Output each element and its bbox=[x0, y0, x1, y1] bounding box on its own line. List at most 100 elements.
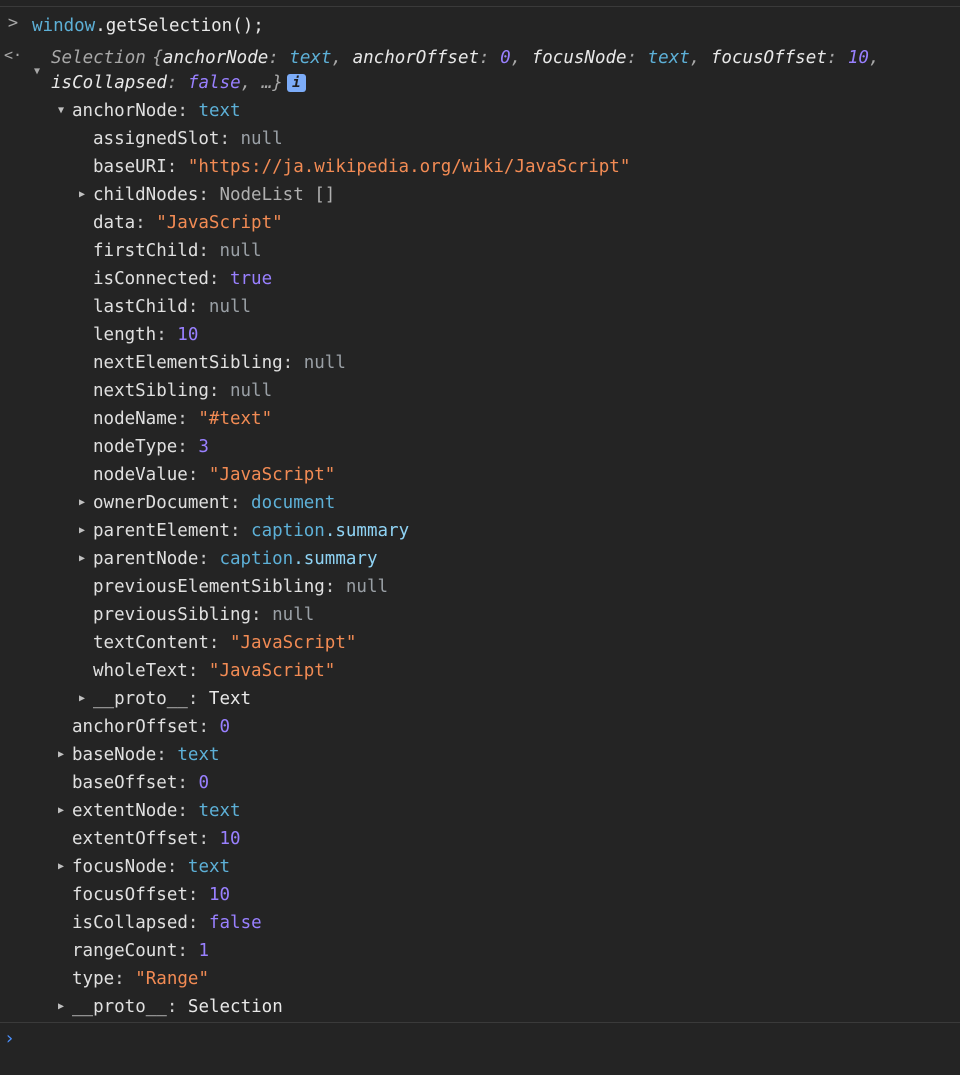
property-row-ownerdocument[interactable]: ownerDocument: document bbox=[93, 489, 335, 517]
summary-key: isCollapsed bbox=[51, 73, 167, 93]
property-row-data: data: "JavaScript" bbox=[93, 213, 283, 233]
summary-triangle-down-icon[interactable]: ▼ bbox=[34, 66, 40, 77]
triangle-right-icon[interactable]: ▶ bbox=[76, 489, 88, 517]
property-key: anchorNode bbox=[72, 101, 178, 121]
selection-summary[interactable]: Selection {anchorNode: text, anchorOffse… bbox=[51, 46, 931, 96]
triangle-down-icon[interactable]: ▼ bbox=[55, 97, 67, 125]
property-value: 10 bbox=[219, 829, 241, 849]
property-value: null bbox=[229, 381, 273, 401]
top-divider bbox=[0, 6, 960, 7]
triangle-right-icon[interactable]: ▶ bbox=[55, 741, 67, 769]
property-value: Text bbox=[208, 689, 252, 709]
property-key: baseOffset bbox=[72, 773, 178, 793]
property-key: nodeType bbox=[93, 437, 178, 457]
console-prompt-chevron-icon[interactable]: › bbox=[4, 1028, 15, 1049]
property-row-parentelement[interactable]: parentElement: caption.summary bbox=[93, 517, 409, 545]
summary-key: focusNode bbox=[531, 48, 627, 68]
property-value: 0 bbox=[219, 717, 231, 737]
property-row-extentnode[interactable]: extentNode: text bbox=[72, 797, 241, 825]
property-value: NodeList [] bbox=[219, 185, 336, 205]
property-value: "JavaScript" bbox=[156, 213, 283, 233]
property-value: 1 bbox=[198, 941, 209, 961]
property-key: rangeCount bbox=[72, 941, 178, 961]
property-key: previousSibling bbox=[93, 605, 252, 625]
property-value: Selection bbox=[187, 997, 283, 1017]
property-row-basenode[interactable]: baseNode: text bbox=[72, 741, 220, 769]
property-row-anchoroffset: anchorOffset: 0 bbox=[72, 717, 231, 737]
property-row-proto[interactable]: __proto__: Selection bbox=[72, 993, 283, 1021]
property-value: caption bbox=[251, 521, 325, 541]
summary-class-name: Selection bbox=[51, 48, 146, 68]
property-value: "JavaScript" bbox=[208, 465, 336, 485]
summary-value: false bbox=[187, 73, 241, 93]
property-key: nodeValue bbox=[93, 465, 188, 485]
summary-value: text bbox=[289, 48, 332, 68]
bottom-divider bbox=[0, 1022, 960, 1023]
property-key: wholeText bbox=[93, 661, 188, 681]
property-key: parentNode bbox=[93, 549, 199, 569]
devtools-console: > window.getSelection(); <· ▼ Selection … bbox=[0, 0, 960, 1075]
property-value-class: .summary bbox=[324, 521, 410, 541]
property-key: baseNode bbox=[72, 745, 157, 765]
info-icon[interactable]: i bbox=[286, 74, 306, 92]
triangle-right-icon[interactable]: ▶ bbox=[55, 853, 67, 881]
property-key: lastChild bbox=[93, 297, 188, 317]
summary-ellipsis: …} bbox=[261, 73, 283, 93]
property-value: false bbox=[208, 913, 262, 933]
property-value: caption bbox=[219, 549, 294, 569]
property-row-nodename: nodeName: "#text" bbox=[93, 409, 273, 429]
property-key: anchorOffset bbox=[72, 717, 199, 737]
property-row-proto[interactable]: __proto__: Text bbox=[93, 685, 251, 713]
triangle-right-icon[interactable]: ▶ bbox=[76, 517, 88, 545]
triangle-right-icon[interactable]: ▶ bbox=[76, 181, 88, 209]
property-row-baseuri: baseURI: "https://ja.wikipedia.org/wiki/… bbox=[93, 157, 631, 177]
property-value: text bbox=[198, 101, 241, 121]
property-value: 3 bbox=[198, 437, 209, 457]
property-key: type bbox=[72, 969, 115, 989]
property-key: parentElement bbox=[93, 521, 230, 541]
property-key: __proto__ bbox=[72, 997, 167, 1017]
summary-open-brace: { bbox=[152, 48, 163, 68]
property-row-rangecount: rangeCount: 1 bbox=[72, 941, 209, 961]
command-object: window bbox=[32, 16, 96, 36]
triangle-right-icon[interactable]: ▶ bbox=[55, 993, 67, 1021]
property-value: "JavaScript" bbox=[229, 633, 357, 653]
property-row-previouselementsibling: previousElementSibling: null bbox=[93, 577, 389, 597]
property-row-isconnected: isConnected: true bbox=[93, 269, 273, 289]
property-row-firstchild: firstChild: null bbox=[93, 241, 262, 261]
property-key: focusNode bbox=[72, 857, 167, 877]
property-value: 0 bbox=[198, 773, 209, 793]
property-row-assignedslot: assignedSlot: null bbox=[93, 129, 283, 149]
property-row-focusnode[interactable]: focusNode: text bbox=[72, 853, 230, 881]
property-row-parentnode[interactable]: parentNode: caption.summary bbox=[93, 545, 378, 573]
property-row-anchornode[interactable]: anchorNode: text bbox=[72, 97, 241, 125]
property-value: null bbox=[303, 353, 346, 373]
property-key: firstChild bbox=[93, 241, 199, 261]
property-key: assignedSlot bbox=[93, 129, 220, 149]
property-value: "JavaScript" bbox=[208, 661, 336, 681]
triangle-right-icon[interactable]: ▶ bbox=[76, 685, 88, 713]
property-row-type: type: "Range" bbox=[72, 969, 209, 989]
property-row-textcontent: textContent: "JavaScript" bbox=[93, 633, 357, 653]
property-key: extentNode bbox=[72, 801, 178, 821]
triangle-right-icon[interactable]: ▶ bbox=[55, 797, 67, 825]
property-row-childnodes[interactable]: childNodes: NodeList [] bbox=[93, 181, 335, 209]
property-key: nextElementSibling bbox=[93, 353, 283, 373]
summary-key: anchorNode bbox=[162, 48, 269, 68]
console-input-command[interactable]: window.getSelection(); bbox=[32, 14, 264, 38]
property-value: 10 bbox=[208, 885, 231, 905]
summary-value: 10 bbox=[847, 48, 869, 68]
property-key: childNodes bbox=[93, 185, 199, 205]
property-value: text bbox=[177, 745, 220, 765]
property-row-lastchild: lastChild: null bbox=[93, 297, 252, 317]
property-key: ownerDocument bbox=[93, 493, 230, 513]
property-row-nodetype: nodeType: 3 bbox=[93, 437, 209, 457]
property-value: text bbox=[187, 857, 231, 877]
prompt-chevron-icon: > bbox=[7, 13, 19, 33]
property-row-nextelementsibling: nextElementSibling: null bbox=[93, 353, 346, 373]
property-key: nextSibling bbox=[93, 381, 209, 401]
summary-key: anchorOffset bbox=[352, 48, 480, 68]
property-value: text bbox=[198, 801, 241, 821]
triangle-right-icon[interactable]: ▶ bbox=[76, 545, 88, 573]
property-value: 10 bbox=[177, 325, 199, 345]
